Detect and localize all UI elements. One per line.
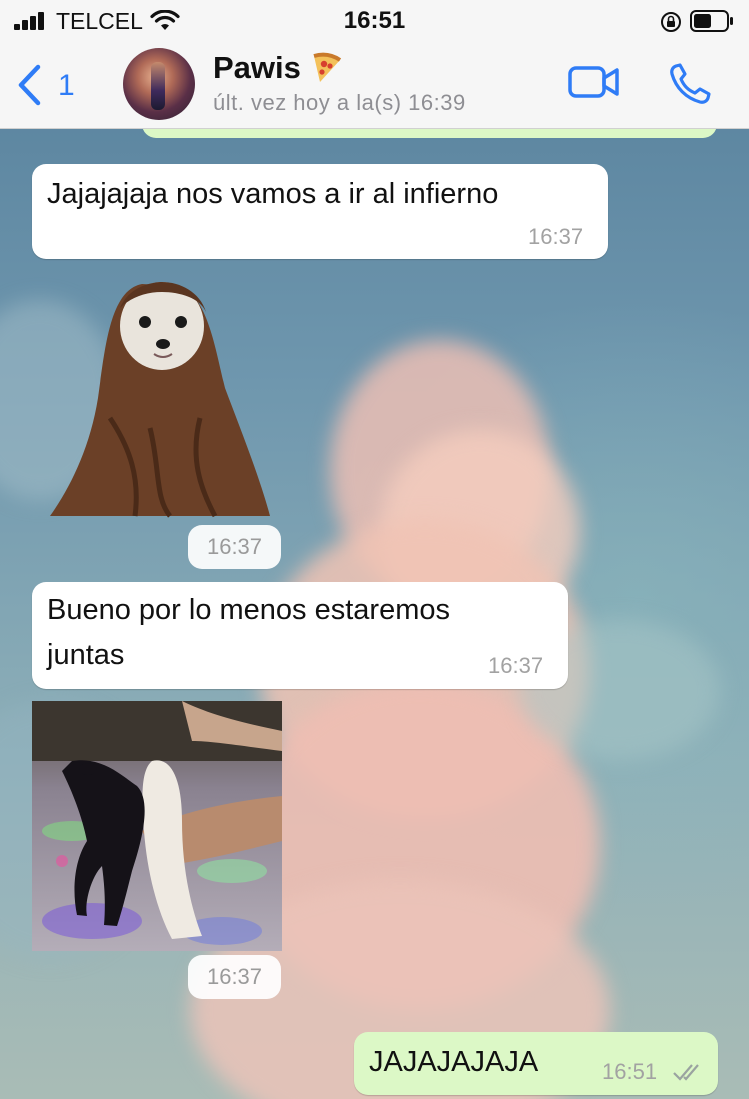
message-text-line-2: juntas [47,639,125,671]
status-bar: TELCEL 16:51 [0,0,749,44]
message-text: Jajajajaja nos vamos a ir al infierno [47,178,499,210]
message-time: 16:51 [602,1059,658,1084]
outgoing-message[interactable]: JAJAJAJAJA 16:51 [354,1032,718,1095]
chevron-left-icon [18,64,41,106]
dancing-dog-photo[interactable] [32,701,282,951]
message-time: 16:37 [188,955,281,999]
message-time: 16:37 [488,653,544,678]
incoming-message[interactable]: Bueno por lo menos estaremos juntas 16:3… [32,582,568,689]
orientation-lock-icon [661,12,681,32]
avatar[interactable] [123,48,195,120]
video-call-icon[interactable] [568,64,620,100]
pizza-emoji-icon [313,52,342,82]
back-button[interactable]: 1 [16,64,86,106]
photo-image [32,701,282,951]
contact-name[interactable]: Pawis [213,50,301,86]
read-receipt-icon [673,1064,699,1081]
phone-call-icon[interactable] [668,62,712,106]
unread-count: 1 [58,69,75,102]
message-time: 16:37 [188,525,281,569]
message-text: JAJAJAJAJA [369,1046,539,1078]
chat-header: 1 Pawis últ. vez hoy a la(s) 16:39 [0,44,749,129]
battery-icon [690,10,733,32]
message-text-line-1: Bueno por lo menos estaremos [47,594,450,626]
status-time: 16:51 [343,7,406,34]
last-seen-status: últ. vez hoy a la(s) 16:39 [213,90,466,115]
hooded-dog-sticker[interactable] [50,278,272,518]
message-time: 16:37 [528,224,584,249]
incoming-message[interactable]: Jajajajaja nos vamos a ir al infierno 16… [32,164,608,259]
